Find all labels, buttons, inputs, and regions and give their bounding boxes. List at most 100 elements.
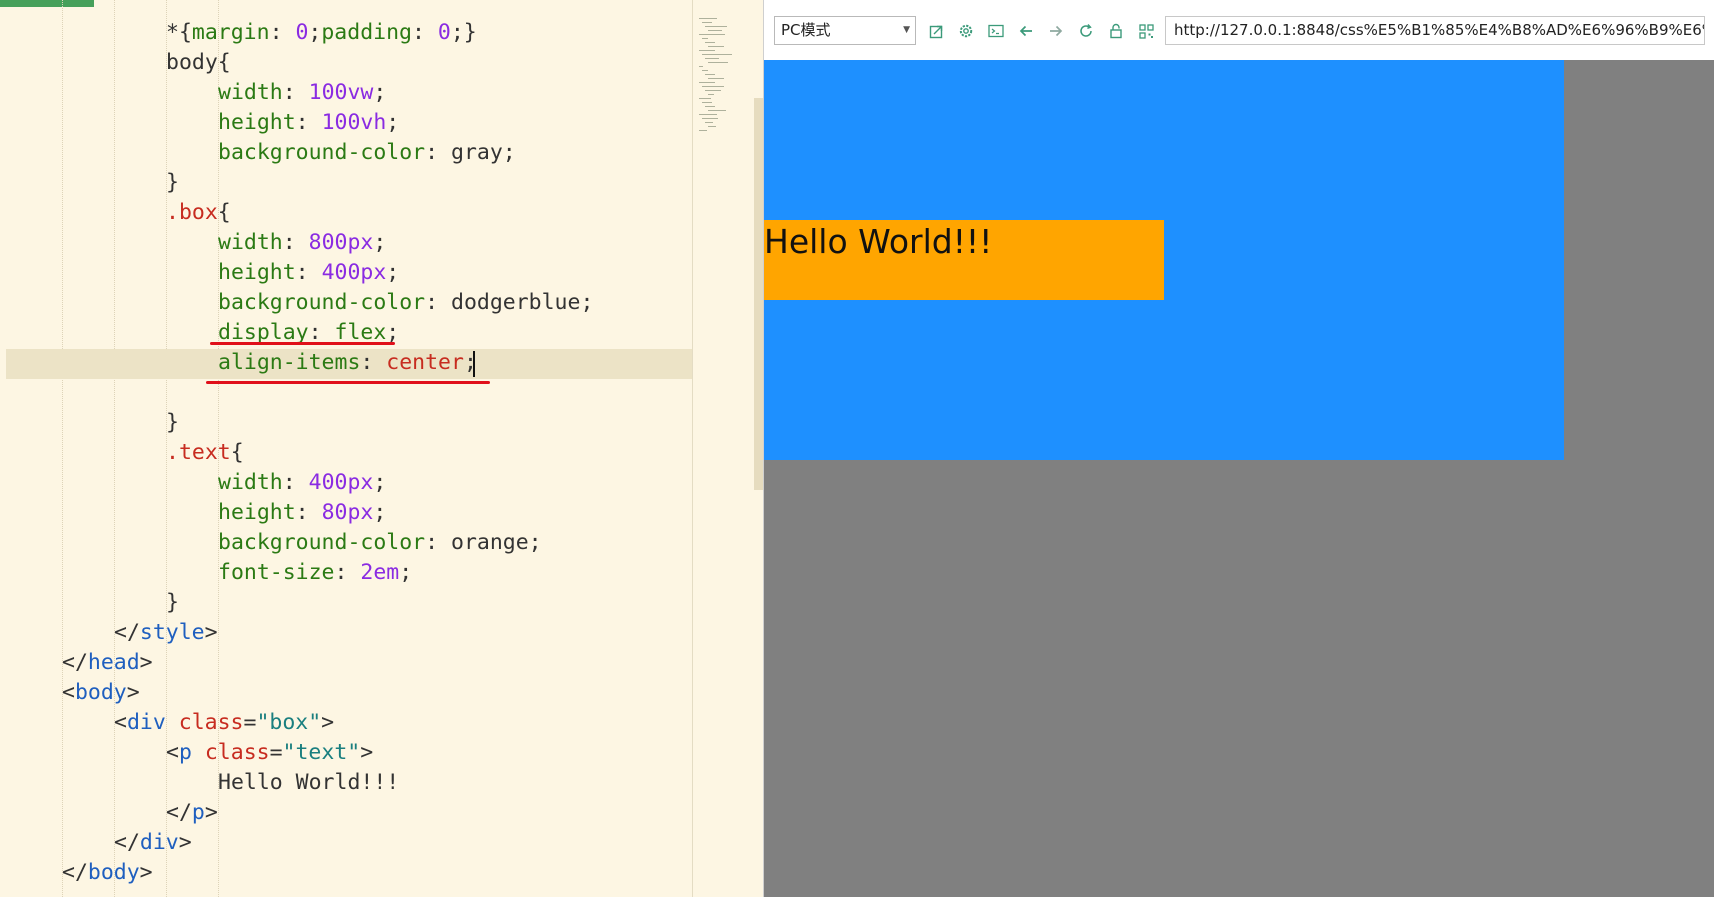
minimap-line [705,42,715,43]
code-line[interactable]: </head> [62,648,153,678]
code-line[interactable]: font-size: 2em; [218,558,412,588]
minimap-line [705,90,721,91]
code-line[interactable]: } [166,588,179,618]
code-line[interactable]: height: 400px; [218,258,399,288]
code-line[interactable]: <body> [62,678,140,708]
indent-guide [62,0,63,897]
back-arrow-icon[interactable] [1015,20,1037,42]
indent-guide [114,0,115,897]
red-underline-align-items [206,381,490,384]
code-minimap[interactable] [692,0,754,897]
code-token: ;} [450,20,477,45]
code-line[interactable]: background-color: orange; [218,528,542,558]
code-token: class [178,710,244,735]
code-token: 400px [308,470,374,495]
code-token: 800px [308,230,374,255]
code-editor[interactable]: *{margin: 0;padding: 0;} body{width: 100v… [0,0,692,897]
code-token: padding [321,20,412,45]
active-tab-indicator [0,0,94,7]
minimap-line [699,66,703,67]
code-token: width [218,80,283,105]
minimap-line [702,38,708,39]
code-token: body [74,680,127,705]
code-token: ; [308,20,322,45]
minimap-line [708,126,716,127]
code-line[interactable]: } [166,168,179,198]
code-token: ; [386,260,400,285]
code-line[interactable]: </div> [114,828,192,858]
qr-code-icon[interactable] [1135,20,1157,42]
code-token: 100vh [321,110,387,135]
code-token: : [295,110,322,135]
device-mode-select[interactable]: PC模式 ▼ [774,16,916,45]
minimap-line [708,46,724,47]
minimap-line [708,110,726,111]
code-token: p [178,740,192,765]
code-line[interactable]: background-color: gray; [218,138,516,168]
code-line[interactable]: <div class="box"> [114,708,334,738]
open-external-icon[interactable] [925,20,947,42]
code-line[interactable]: width: 100vw; [218,78,386,108]
url-field[interactable]: http://127.0.0.1:8848/css%E5%B1%85%E4%B8… [1165,16,1705,45]
code-token: body [87,860,140,885]
minimap-line [705,122,713,123]
code-token: div [139,830,179,855]
text-caret [473,351,475,377]
code-token: p [191,800,205,825]
console-icon[interactable] [985,20,1007,42]
minimap-line [699,114,717,115]
code-token: ; [373,470,387,495]
code-token: body [166,50,218,75]
code-token: ; [502,140,516,165]
code-token: = [243,710,257,735]
code-token: style [139,620,205,645]
code-token: background-color [218,530,426,555]
code-line[interactable]: Hello World!!! [218,768,399,798]
code-line[interactable]: .text{ [166,438,244,468]
code-token: : [425,530,451,555]
settings-gear-icon[interactable] [955,20,977,42]
code-token: "box" [256,710,322,735]
code-line[interactable]: height: 80px; [218,498,386,528]
code-token: height [218,110,296,135]
minimap-line [705,106,715,107]
code-line[interactable]: align-items: center; [218,348,477,378]
code-line[interactable]: <p class="text"> [166,738,373,768]
code-line[interactable]: *{margin: 0;padding: 0;} [166,18,477,48]
code-line[interactable]: </style> [114,618,218,648]
code-token: .box [166,200,218,225]
code-token: head [87,650,140,675]
url-text: http://127.0.0.1:8848/css%E5%B1%85%E4%B8… [1174,21,1704,39]
code-token: 100vw [308,80,374,105]
code-token: > [360,740,374,765]
forward-arrow-icon[interactable] [1045,20,1067,42]
code-token: </ [62,860,88,885]
code-line[interactable]: </body> [62,858,153,888]
code-token: : [334,560,361,585]
code-token: center [386,350,464,375]
code-line[interactable]: width: 800px; [218,228,386,258]
code-line[interactable]: </p> [166,798,218,828]
editor-scrollbar-thumb[interactable] [754,98,763,490]
code-line[interactable]: body{ [166,48,231,78]
code-line[interactable]: background-color: dodgerblue; [218,288,593,318]
code-token: : [269,20,296,45]
code-token: </ [114,620,140,645]
preview-text: Hello World!!! [764,222,993,261]
code-token: } [166,590,179,615]
code-token: > [321,710,335,735]
code-line[interactable]: } [166,408,179,438]
minimap-line [705,26,727,27]
code-line[interactable]: height: 100vh; [218,108,399,138]
minimap-line [708,30,722,31]
code-token: height [218,500,296,525]
code-token: } [166,410,179,435]
code-token: : [282,80,309,105]
code-token: { [217,200,231,225]
preview-box: Hello World!!! [764,60,1564,460]
lock-icon[interactable] [1105,20,1127,42]
code-line[interactable]: width: 400px; [218,468,386,498]
code-line[interactable]: .box{ [166,198,231,228]
refresh-icon[interactable] [1075,20,1097,42]
